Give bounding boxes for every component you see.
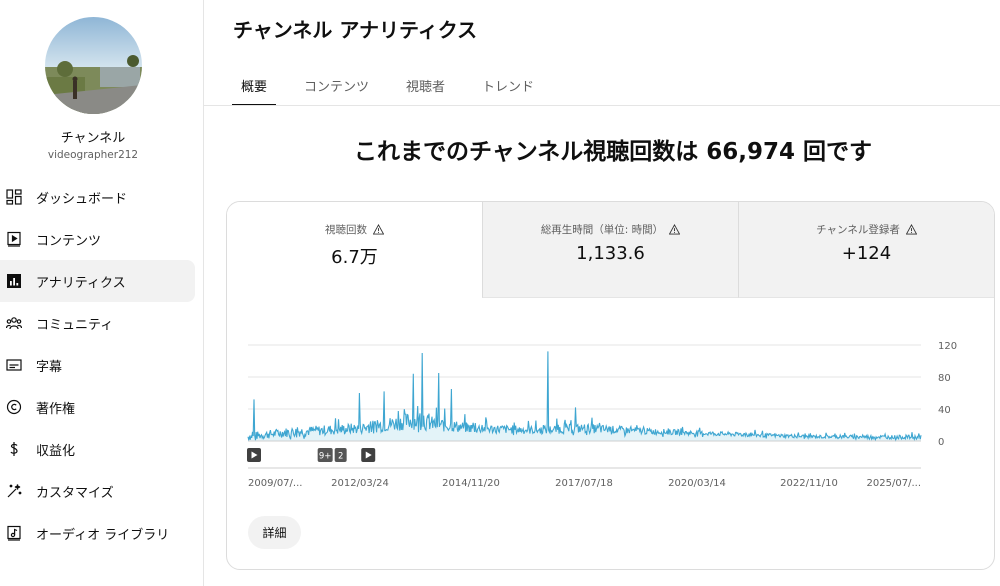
total-views-headline: これまでのチャンネル視聴回数は 66,974 回です (226, 132, 1000, 166)
sidebar-item-subtitles[interactable]: 字幕 (0, 344, 195, 386)
metric-value: 6.7万 (331, 247, 378, 268)
headline-prefix: これまでのチャンネル視聴回数は (353, 139, 707, 165)
sidebar-item-dashboard[interactable]: ダッシュボード (0, 176, 195, 218)
metric-tab-watch-time[interactable]: 総再生時間（単位: 時間） 1,133.6 (482, 202, 738, 298)
sidebar-item-label: コンテンツ (36, 233, 102, 249)
analytics-icon (0, 273, 36, 289)
sidebar-item-analytics[interactable]: アナリティクス (0, 260, 195, 302)
y-tick-label: 80 (938, 373, 951, 384)
y-tick-label: 120 (938, 341, 957, 352)
y-tick-label: 40 (938, 405, 951, 416)
sidebar-item-content[interactable]: コンテンツ (0, 218, 195, 260)
headline-value: 66,974 (706, 139, 796, 165)
metric-label: 総再生時間（単位: 時間） (540, 224, 664, 236)
video-marker (361, 448, 376, 462)
badge-label: 9+ (319, 452, 332, 462)
analytics-card: 視聴回数 6.7万 総再生時間（単位: 時間） 1,133.6 チャンネル登録者… (226, 201, 995, 570)
analytics-tabs: 概要 コンテンツ 視聴者 トレンド (232, 70, 562, 106)
dollar-icon (0, 441, 36, 457)
warning-icon (373, 224, 384, 235)
x-tick-label: 2009/07/... (248, 478, 302, 489)
details-button[interactable]: 詳細 (248, 516, 301, 549)
series-line (247, 351, 922, 443)
audio-library-icon (0, 525, 36, 541)
x-tick-label: 2017/07/18 (555, 478, 613, 489)
sidebar-item-label: オーディオ ライブラリ (36, 527, 170, 543)
x-tick-label: 2014/11/20 (442, 478, 500, 489)
headline-suffix: 回です (795, 139, 873, 165)
metric-tab-views[interactable]: 視聴回数 6.7万 (227, 202, 482, 298)
sidebar: チャンネル videographer212 ダッシュボード コンテンツ アナリテ… (0, 0, 204, 586)
warning-icon (905, 224, 917, 235)
x-tick-label: 2020/03/14 (668, 478, 726, 489)
x-tick-label: 2022/11/10 (780, 478, 838, 489)
channel-name: チャンネル (60, 131, 126, 146)
tabs-divider (204, 105, 1000, 106)
tab-overview[interactable]: 概要 (232, 70, 277, 106)
y-tick-label: 0 (938, 437, 944, 448)
video-marker (247, 448, 261, 462)
x-tick-label: 2012/03/24 (331, 478, 389, 489)
sidebar-nav: ダッシュボード コンテンツ アナリティクス コミュニティ 字幕 著作権 収益化 … (0, 176, 195, 554)
sidebar-item-label: 収益化 (36, 443, 76, 459)
sidebar-item-label: コミュニティ (36, 317, 114, 333)
metric-tab-subscribers[interactable]: チャンネル登録者 +124 (738, 202, 994, 298)
sidebar-item-label: 字幕 (36, 359, 63, 375)
subtitles-icon (0, 357, 36, 373)
metric-value: +124 (841, 243, 892, 264)
tab-content[interactable]: コンテンツ (295, 70, 378, 106)
badge-label: 2 (338, 452, 343, 462)
warning-icon (669, 224, 681, 235)
tab-trends[interactable]: トレンド (473, 70, 543, 106)
copyright-icon (0, 399, 36, 415)
sidebar-item-label: ダッシュボード (36, 191, 128, 207)
sidebar-item-label: 著作権 (36, 401, 76, 417)
views-chart[interactable]: 0 40 80 120 9+ 2 2009/07/... 2012/03/24 2014/11/… (227, 298, 994, 508)
sidebar-item-monetization[interactable]: 収益化 (0, 428, 195, 470)
tab-audience[interactable]: 視聴者 (397, 70, 454, 106)
channel-avatar[interactable] (45, 17, 142, 114)
channel-handle: videographer212 (47, 149, 139, 161)
metric-value: 1,133.6 (576, 243, 645, 264)
metric-label: チャンネル登録者 (816, 224, 900, 236)
content-icon (0, 231, 36, 247)
sidebar-item-label: カスタマイズ (36, 485, 114, 501)
sidebar-item-audio-library[interactable]: オーディオ ライブラリ (0, 512, 195, 554)
sidebar-item-copyright[interactable]: 著作権 (0, 386, 195, 428)
sidebar-item-customize[interactable]: カスタマイズ (0, 470, 195, 512)
sidebar-item-label: アナリティクス (36, 275, 126, 291)
metric-label: 視聴回数 (325, 224, 367, 236)
page-title: チャンネル アナリティクス (233, 18, 478, 42)
dashboard-icon (0, 189, 36, 205)
sidebar-item-community[interactable]: コミュニティ (0, 302, 195, 344)
metric-tabs: 視聴回数 6.7万 総再生時間（単位: 時間） 1,133.6 チャンネル登録者… (227, 202, 994, 298)
magic-wand-icon (0, 483, 36, 499)
community-icon (0, 315, 36, 331)
x-tick-label: 2025/07/... (867, 478, 921, 489)
